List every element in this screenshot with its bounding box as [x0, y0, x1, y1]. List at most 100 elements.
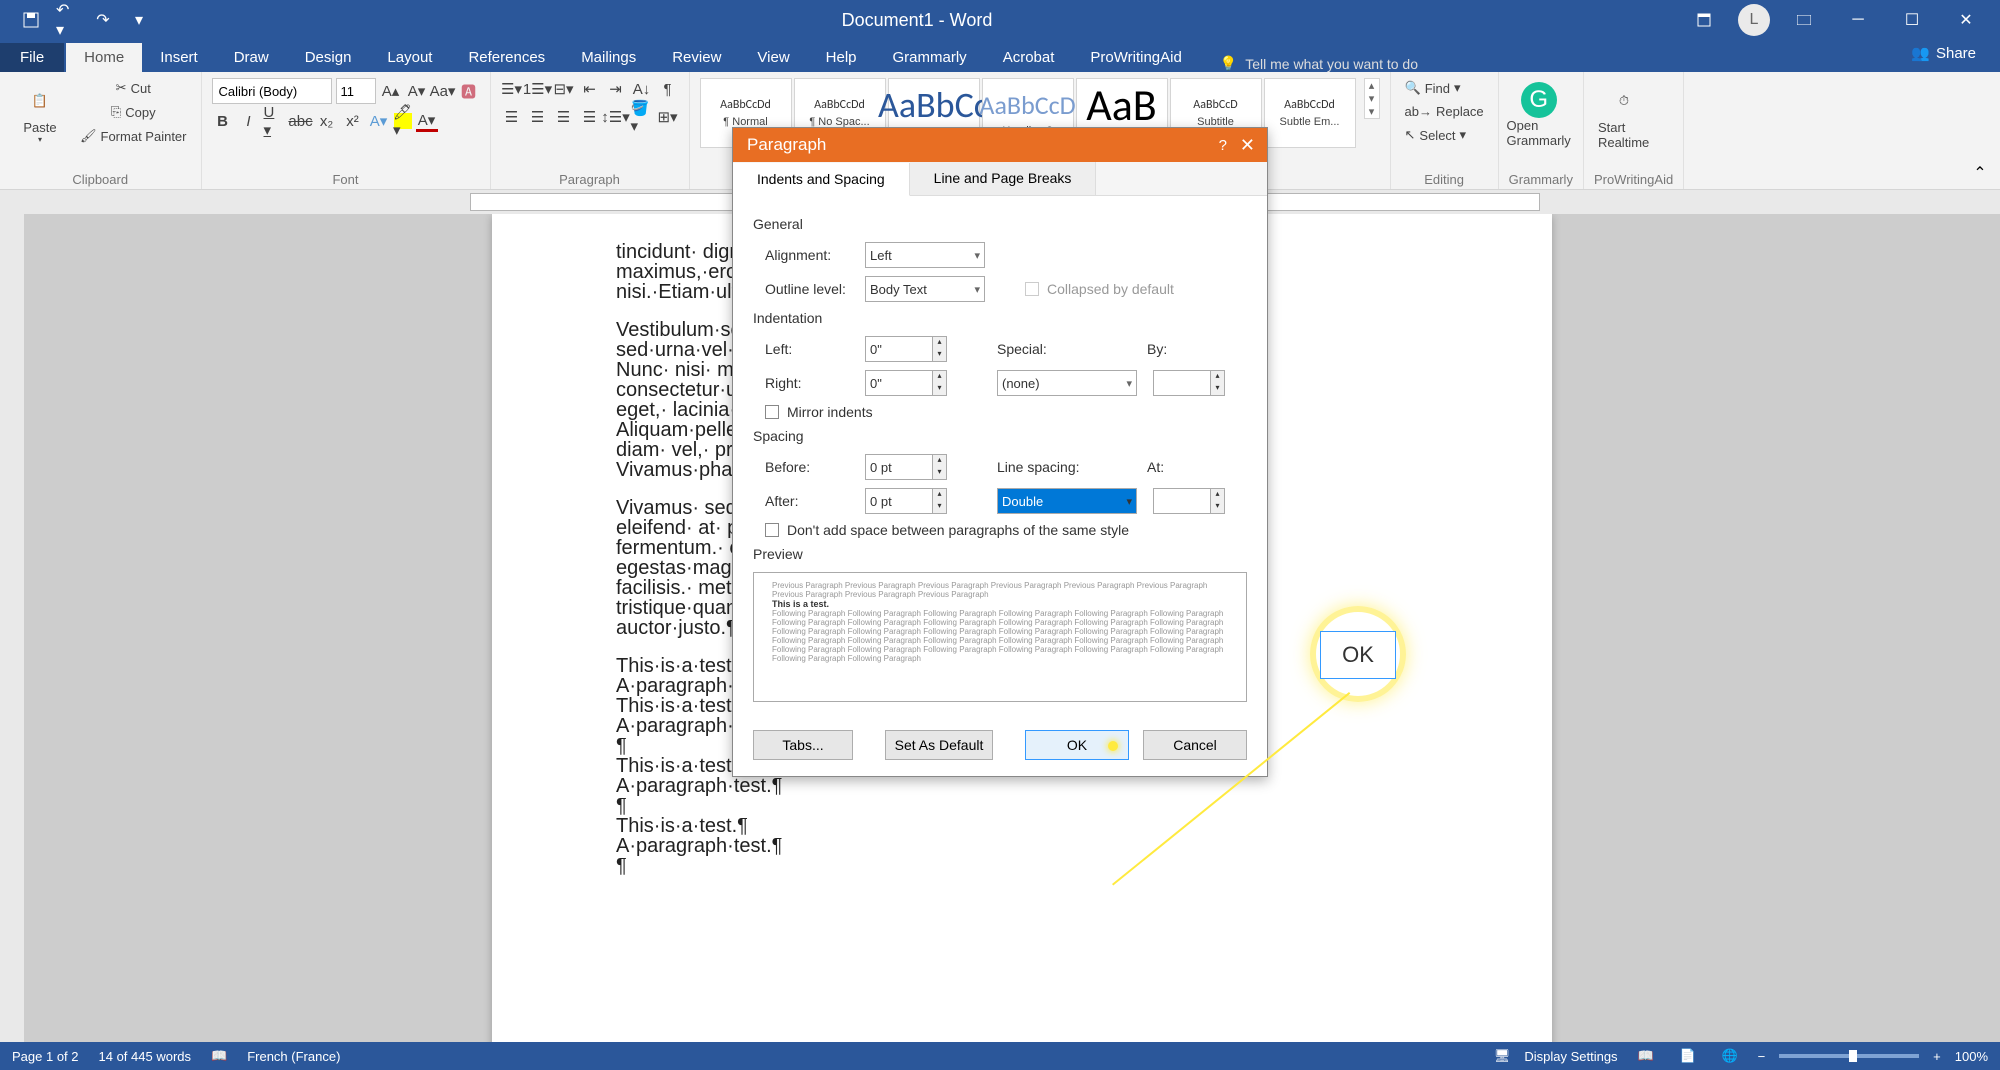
sort-icon[interactable]: A↓: [631, 78, 653, 100]
open-grammarly-button[interactable]: G Open Grammarly: [1509, 78, 1569, 152]
redo-icon[interactable]: ↷: [92, 9, 114, 31]
tab-prowritingaid[interactable]: ProWritingAid: [1072, 43, 1199, 72]
collapse-ribbon-icon[interactable]: ⌃: [1973, 163, 1986, 183]
save-icon[interactable]: [20, 9, 42, 31]
line-spacing-icon[interactable]: ↕☰▾: [605, 106, 627, 128]
tab-mailings[interactable]: Mailings: [563, 43, 654, 72]
close-icon[interactable]: ✕: [1946, 5, 1986, 35]
cancel-button[interactable]: Cancel: [1143, 730, 1247, 760]
indent-right-spinner[interactable]: ▴▾: [933, 370, 947, 396]
indent-right-input[interactable]: 0": [865, 370, 933, 396]
before-spinner[interactable]: ▴▾: [933, 454, 947, 480]
subscript-button[interactable]: x₂: [316, 110, 338, 132]
tab-view[interactable]: View: [739, 43, 807, 72]
ribbon-options-icon[interactable]: [1684, 5, 1724, 35]
ok-button[interactable]: OK: [1025, 730, 1129, 760]
style-swatch[interactable]: AaBbCcDdSubtle Em...: [1264, 78, 1356, 148]
shrink-font-icon[interactable]: A▾: [406, 80, 428, 102]
by-input[interactable]: [1153, 370, 1211, 396]
tab-home[interactable]: Home: [66, 43, 142, 72]
indent-left-input[interactable]: 0": [865, 336, 933, 362]
clear-formatting-icon[interactable]: 🅰: [458, 80, 480, 102]
find-button[interactable]: 🔍Find ▾: [1401, 78, 1465, 98]
grow-font-icon[interactable]: A▴: [380, 80, 402, 102]
styles-expand[interactable]: ▴▾▾: [1364, 78, 1380, 119]
superscript-button[interactable]: x²: [342, 110, 364, 132]
zoom-out-icon[interactable]: −: [1758, 1049, 1766, 1064]
minimize-icon[interactable]: ─: [1838, 5, 1878, 35]
user-avatar[interactable]: L: [1738, 4, 1770, 36]
file-tab[interactable]: File: [0, 43, 64, 72]
shading-icon[interactable]: 🪣▾: [631, 106, 653, 128]
zoom-in-icon[interactable]: +: [1933, 1049, 1941, 1064]
by-spinner[interactable]: ▴▾: [1211, 370, 1225, 396]
font-size-select[interactable]: [336, 78, 376, 104]
tabs-button[interactable]: Tabs...: [753, 730, 853, 760]
zoom-level[interactable]: 100%: [1955, 1049, 1988, 1064]
dialog-help-icon[interactable]: ?: [1219, 137, 1227, 154]
print-layout-icon[interactable]: 📄: [1674, 1046, 1702, 1066]
tab-indents-spacing[interactable]: Indents and Spacing: [733, 163, 910, 196]
at-spinner[interactable]: ▴▾: [1211, 488, 1225, 514]
change-case-icon[interactable]: Aa▾: [432, 80, 454, 102]
replace-button[interactable]: ab→Replace: [1401, 102, 1488, 121]
align-right-icon[interactable]: ☰: [553, 106, 575, 128]
before-input[interactable]: 0 pt: [865, 454, 933, 480]
underline-button[interactable]: U ▾: [264, 110, 286, 132]
status-language[interactable]: French (France): [247, 1049, 340, 1064]
tab-grammarly[interactable]: Grammarly: [875, 43, 985, 72]
start-realtime-button[interactable]: ⏱ Start Realtime: [1594, 78, 1654, 154]
tab-review[interactable]: Review: [654, 43, 739, 72]
multilevel-icon[interactable]: ⊟▾: [553, 78, 575, 100]
tab-design[interactable]: Design: [287, 43, 370, 72]
tab-references[interactable]: References: [450, 43, 563, 72]
special-select[interactable]: (none)▾: [997, 370, 1137, 396]
read-mode-icon[interactable]: 📖: [1632, 1046, 1660, 1066]
borders-icon[interactable]: ⊞▾: [657, 106, 679, 128]
vertical-ruler[interactable]: [0, 214, 24, 1042]
tab-line-page-breaks[interactable]: Line and Page Breaks: [910, 162, 1097, 195]
bold-button[interactable]: B: [212, 110, 234, 132]
align-center-icon[interactable]: ☰: [527, 106, 549, 128]
numbering-icon[interactable]: 1☰▾: [527, 78, 549, 100]
strike-button[interactable]: abc: [290, 110, 312, 132]
web-layout-icon[interactable]: 🌐: [1716, 1046, 1744, 1066]
tab-insert[interactable]: Insert: [142, 43, 216, 72]
format-painter-button[interactable]: 🖌Format Painter: [76, 126, 191, 146]
highlight-color-icon[interactable]: 🖊▾: [394, 113, 412, 129]
cut-button[interactable]: ✂Cut: [112, 78, 155, 98]
tab-help[interactable]: Help: [808, 43, 875, 72]
display-settings-icon[interactable]: 🖥: [1494, 1048, 1511, 1064]
show-marks-icon[interactable]: ¶: [657, 78, 679, 100]
line-spacing-select[interactable]: Double▾: [997, 488, 1137, 514]
window-options-icon[interactable]: [1784, 5, 1824, 35]
indent-left-spinner[interactable]: ▴▾: [933, 336, 947, 362]
font-color-icon[interactable]: A▾: [416, 110, 438, 132]
undo-icon[interactable]: ↶ ▾: [56, 9, 78, 31]
mirror-indents-checkbox[interactable]: Mirror indents: [765, 404, 873, 420]
align-left-icon[interactable]: ☰: [501, 106, 523, 128]
status-words[interactable]: 14 of 445 words: [99, 1049, 192, 1064]
text-effects-icon[interactable]: A▾: [368, 110, 390, 132]
increase-indent-icon[interactable]: ⇥: [605, 78, 627, 100]
zoom-slider[interactable]: [1779, 1054, 1919, 1058]
outline-select[interactable]: Body Text▾: [865, 276, 985, 302]
dialog-close-icon[interactable]: ✕: [1240, 135, 1255, 156]
display-settings-label[interactable]: Display Settings: [1524, 1049, 1617, 1064]
dialog-titlebar[interactable]: Paragraph ? ✕: [733, 128, 1267, 162]
alignment-select[interactable]: Left▾: [865, 242, 985, 268]
copy-button[interactable]: ⎘Copy: [107, 102, 160, 122]
share-button[interactable]: 👥 Share: [1911, 44, 1976, 62]
decrease-indent-icon[interactable]: ⇤: [579, 78, 601, 100]
proofing-icon[interactable]: 📖: [211, 1048, 227, 1064]
bullets-icon[interactable]: ☰▾: [501, 78, 523, 100]
tab-layout[interactable]: Layout: [369, 43, 450, 72]
status-page[interactable]: Page 1 of 2: [12, 1049, 79, 1064]
font-name-select[interactable]: [212, 78, 332, 104]
qat-customize-icon[interactable]: ▾: [128, 9, 150, 31]
italic-button[interactable]: I: [238, 110, 260, 132]
select-button[interactable]: ↖Select ▾: [1401, 125, 1471, 145]
paste-button[interactable]: 📋 Paste ▾: [10, 78, 70, 148]
tell-me[interactable]: 💡 Tell me what you want to do: [1220, 55, 1418, 72]
tab-acrobat[interactable]: Acrobat: [985, 43, 1073, 72]
